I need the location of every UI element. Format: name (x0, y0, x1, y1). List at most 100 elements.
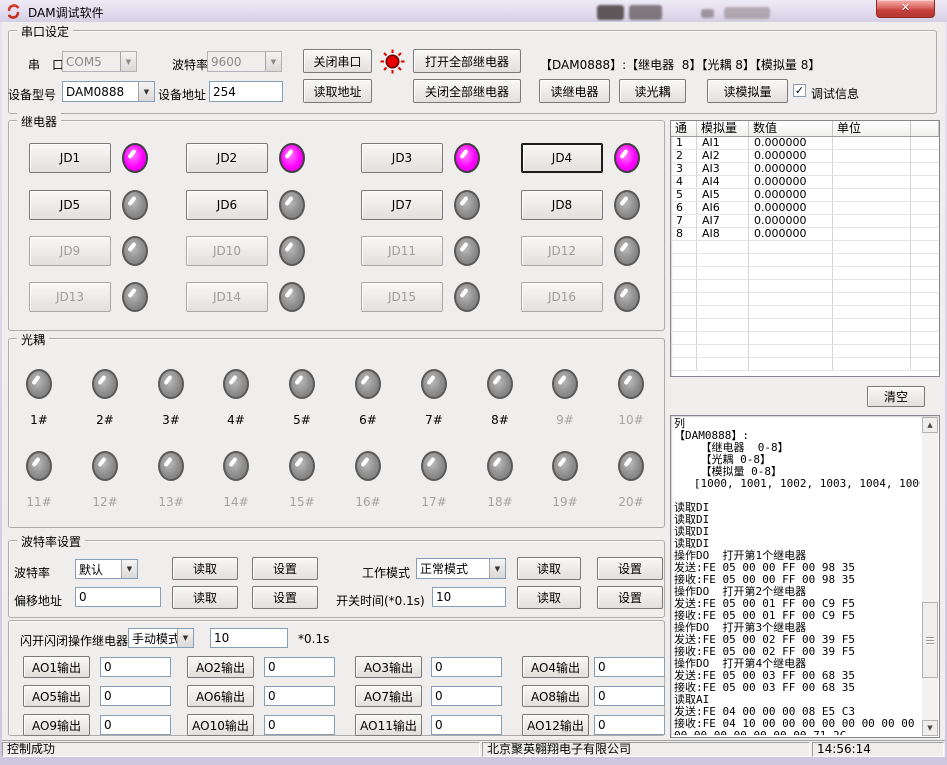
device-model-select[interactable]: DAM0888 ▼ (62, 81, 155, 102)
baudrate-read-button[interactable]: 读取 (172, 557, 238, 580)
ao-output-button-7[interactable]: AO7输出 (355, 685, 422, 707)
table-row-empty[interactable] (671, 293, 939, 306)
work-mode-read-button[interactable]: 读取 (517, 557, 581, 580)
ao-output-input-6[interactable] (264, 686, 335, 706)
read-address-button[interactable]: 读取地址 (303, 79, 372, 103)
table-row-empty[interactable] (671, 254, 939, 267)
switch-time-set-button[interactable]: 设置 (597, 586, 663, 609)
table-row-empty[interactable] (671, 280, 939, 293)
relay-button-jd4[interactable]: JD4 (521, 143, 603, 173)
offset-set-button[interactable]: 设置 (252, 586, 318, 609)
relay-button-jd12[interactable]: JD12 (521, 236, 603, 266)
relay-button-jd3[interactable]: JD3 (361, 143, 443, 173)
table-row[interactable]: 4AI40.000000 (671, 176, 939, 189)
clear-log-button[interactable]: 清空 (867, 386, 925, 407)
relay-button-jd5[interactable]: JD5 (29, 190, 111, 220)
ao-output-input-9[interactable] (100, 715, 171, 735)
ao-output-button-4[interactable]: AO4输出 (522, 656, 589, 678)
baudrate-select[interactable]: 默认 ▼ (75, 559, 138, 579)
log-scrollbar[interactable]: ▲ ▼ (922, 417, 938, 736)
relay-button-jd9[interactable]: JD9 (29, 236, 111, 266)
table-row[interactable]: 3AI30.000000 (671, 163, 939, 176)
flash-time-input[interactable] (210, 628, 288, 648)
ao-output-input-12[interactable] (594, 715, 665, 735)
column-header[interactable] (911, 121, 939, 136)
work-mode-set-button[interactable]: 设置 (597, 557, 663, 580)
serial-port-select[interactable]: COM5 ▼ (62, 51, 137, 72)
ao-output-input-4[interactable] (594, 657, 665, 677)
opto-label: 5# (286, 413, 318, 427)
relay-button-jd7[interactable]: JD7 (361, 190, 443, 220)
relay-button-jd13[interactable]: JD13 (29, 282, 111, 312)
debug-info-checkbox[interactable]: ✓ (793, 84, 806, 97)
ao-output-input-10[interactable] (264, 715, 335, 735)
read-analog-button[interactable]: 读模拟量 (707, 79, 788, 103)
switch-time-read-button[interactable]: 读取 (517, 586, 581, 609)
close-all-relays-button[interactable]: 关闭全部继电器 (413, 79, 521, 103)
offset-read-button[interactable]: 读取 (172, 586, 238, 609)
table-row-empty[interactable] (671, 267, 939, 280)
scroll-up-icon[interactable]: ▲ (922, 417, 938, 433)
log-panel[interactable]: 列 【DAM0888】: 【继电器 0-8】 【光耦 0-8】 【模拟量 0-8… (670, 415, 940, 738)
relay-button-jd2[interactable]: JD2 (186, 143, 268, 173)
table-row-empty[interactable] (671, 332, 939, 345)
table-row[interactable]: 5AI50.000000 (671, 189, 939, 202)
baudrate-set-button[interactable]: 设置 (252, 557, 318, 580)
relay-button-jd10[interactable]: JD10 (186, 236, 268, 266)
ao-output-input-3[interactable] (431, 657, 502, 677)
table-row[interactable]: 6AI60.000000 (671, 202, 939, 215)
read-relays-button[interactable]: 读继电器 (539, 79, 610, 103)
cell-extra (911, 267, 939, 279)
relay-button-jd14[interactable]: JD14 (186, 282, 268, 312)
column-header[interactable]: 单位 (833, 121, 911, 136)
ao-output-input-5[interactable] (100, 686, 171, 706)
ao-output-input-8[interactable] (594, 686, 665, 706)
relay-button-jd16[interactable]: JD16 (521, 282, 603, 312)
title-bar[interactable]: DAM调试软件 ✕ (0, 0, 947, 22)
table-row-empty[interactable] (671, 319, 939, 332)
ao-output-input-2[interactable] (264, 657, 335, 677)
work-mode-select[interactable]: 正常模式 ▼ (416, 558, 506, 579)
column-header[interactable]: 通 (671, 121, 697, 136)
ao-output-button-8[interactable]: AO8输出 (522, 685, 589, 707)
ao-output-button-12[interactable]: AO12输出 (522, 714, 589, 736)
offset-address-input[interactable] (75, 587, 161, 607)
ao-output-button-2[interactable]: AO2输出 (187, 656, 254, 678)
ao-output-button-3[interactable]: AO3输出 (355, 656, 422, 678)
column-header[interactable]: 数值 (749, 121, 833, 136)
table-row[interactable]: 7AI70.000000 (671, 215, 939, 228)
table-row-empty[interactable] (671, 306, 939, 319)
relay-button-jd11[interactable]: JD11 (361, 236, 443, 266)
relay-button-jd6[interactable]: JD6 (186, 190, 268, 220)
switch-time-input[interactable] (432, 587, 506, 607)
ao-output-button-1[interactable]: AO1输出 (23, 656, 90, 678)
serial-port-label: 串 口 (28, 56, 64, 73)
relay-button-jd15[interactable]: JD15 (361, 282, 443, 312)
ao-output-input-11[interactable] (431, 715, 502, 735)
ao-output-input-7[interactable] (431, 686, 502, 706)
ao-output-button-6[interactable]: AO6输出 (187, 685, 254, 707)
scroll-down-icon[interactable]: ▼ (922, 720, 938, 736)
read-opto-button[interactable]: 读光耦 (619, 79, 686, 103)
open-all-relays-button[interactable]: 打开全部继电器 (413, 49, 521, 73)
flash-mode-select[interactable]: 手动模式 ▼ (128, 628, 194, 648)
ao-output-input-1[interactable] (100, 657, 171, 677)
close-button[interactable]: ✕ (876, 0, 935, 18)
ao-output-button-10[interactable]: AO10输出 (187, 714, 254, 736)
ao-output-button-11[interactable]: AO11输出 (355, 714, 422, 736)
relay-button-jd8[interactable]: JD8 (521, 190, 603, 220)
table-row-empty[interactable] (671, 358, 939, 371)
ao-output-button-9[interactable]: AO9输出 (23, 714, 90, 736)
column-header[interactable]: 模拟量 (697, 121, 749, 136)
relay-button-jd1[interactable]: JD1 (29, 143, 111, 173)
table-row[interactable]: 2AI20.000000 (671, 150, 939, 163)
table-row-empty[interactable] (671, 241, 939, 254)
close-serial-button[interactable]: 关闭串口 (303, 49, 372, 73)
table-row[interactable]: 8AI80.000000 (671, 228, 939, 241)
ao-output-button-5[interactable]: AO5输出 (23, 685, 90, 707)
table-row[interactable]: 1AI10.000000 (671, 137, 939, 150)
table-row-empty[interactable] (671, 345, 939, 358)
baud-select[interactable]: 9600 ▼ (207, 51, 282, 72)
scrollbar-thumb[interactable] (922, 602, 938, 678)
device-address-input[interactable] (209, 81, 283, 102)
